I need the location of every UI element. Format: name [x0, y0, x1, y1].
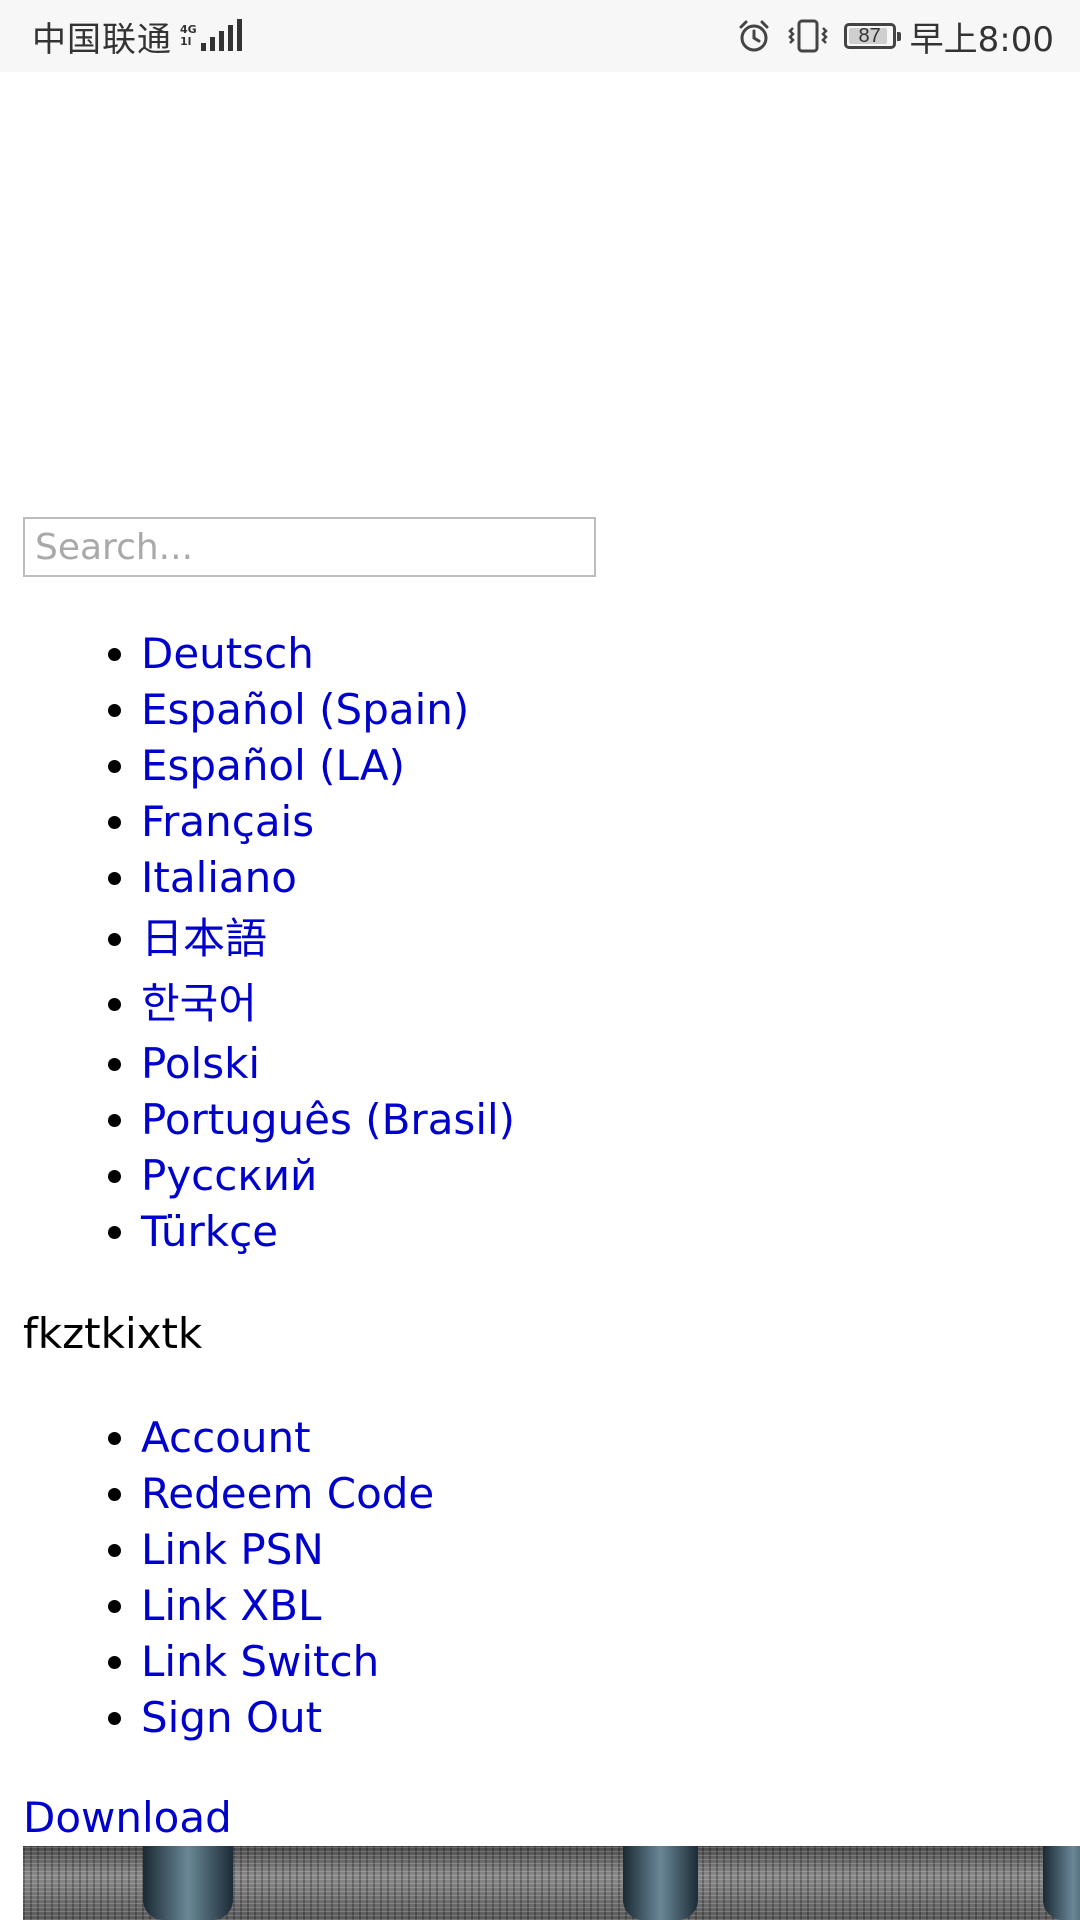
status-bar: 中国联通 4G 1l 87 早上8:00	[0, 0, 1080, 72]
account-link[interactable]: Account	[141, 1413, 311, 1462]
username-label: fkztkixtk	[23, 1309, 203, 1358]
list-item: Italiano	[141, 850, 515, 906]
list-item: Polski	[141, 1036, 515, 1092]
redeem-code-link[interactable]: Redeem Code	[141, 1469, 434, 1518]
status-left: 中国联通 4G 1l	[32, 0, 242, 72]
list-item: Türkçe	[141, 1204, 515, 1260]
banner-image	[23, 1846, 1080, 1920]
language-link-portugues-brasil[interactable]: Português (Brasil)	[141, 1095, 515, 1144]
list-item: Français	[141, 794, 515, 850]
list-item: Español (LA)	[141, 738, 515, 794]
list-item: Sign Out	[141, 1690, 434, 1746]
banner-figure	[623, 1846, 698, 1920]
list-item: Português (Brasil)	[141, 1092, 515, 1148]
language-link-espanol-la[interactable]: Español (LA)	[141, 741, 405, 790]
list-item: 한국어	[141, 971, 515, 1036]
language-link-japanese[interactable]: 日本語	[141, 914, 267, 963]
banner-figure	[1043, 1846, 1080, 1920]
language-link-francais[interactable]: Français	[141, 797, 314, 846]
account-menu: Account Redeem Code Link PSN Link XBL Li…	[0, 1410, 434, 1746]
carrier-name: 中国联通	[32, 19, 172, 60]
list-item: Link PSN	[141, 1522, 434, 1578]
link-switch-link[interactable]: Link Switch	[141, 1637, 379, 1686]
list-item: Link Switch	[141, 1634, 434, 1690]
language-link-russian[interactable]: Русский	[141, 1151, 317, 1200]
list-item: Русский	[141, 1148, 515, 1204]
download-link[interactable]: Download	[23, 1790, 232, 1846]
signal-icon	[200, 19, 242, 51]
network-sub-label: 1l	[180, 35, 192, 48]
language-list: Deutsch Español (Spain) Español (LA) Fra…	[0, 626, 515, 1260]
list-item: Account	[141, 1410, 434, 1466]
language-link-espanol-spain[interactable]: Español (Spain)	[141, 685, 469, 734]
list-item: Link XBL	[141, 1578, 434, 1634]
link-xbl-link[interactable]: Link XBL	[141, 1581, 321, 1630]
status-clock: 早上8:00	[909, 19, 1054, 60]
link-psn-link[interactable]: Link PSN	[141, 1525, 324, 1574]
list-item: Deutsch	[141, 626, 515, 682]
status-right: 87 早上8:00	[736, 0, 1054, 72]
vibrate-icon	[787, 19, 828, 53]
sign-out-link[interactable]: Sign Out	[141, 1693, 322, 1742]
battery-level: 87	[858, 24, 881, 47]
language-link-turkce[interactable]: Türkçe	[141, 1207, 278, 1256]
list-item: Redeem Code	[141, 1466, 434, 1522]
list-item: 日本語	[141, 906, 515, 971]
list-item: Español (Spain)	[141, 682, 515, 738]
search-input[interactable]	[23, 517, 596, 577]
language-link-deutsch[interactable]: Deutsch	[141, 629, 314, 678]
banner-figure	[143, 1846, 233, 1920]
language-link-italiano[interactable]: Italiano	[141, 853, 297, 902]
language-link-korean[interactable]: 한국어	[141, 979, 257, 1028]
battery-icon: 87	[843, 23, 901, 49]
alarm-icon	[739, 20, 769, 52]
language-link-polski[interactable]: Polski	[141, 1039, 260, 1088]
network-type-icon: 4G 1l	[180, 24, 197, 48]
